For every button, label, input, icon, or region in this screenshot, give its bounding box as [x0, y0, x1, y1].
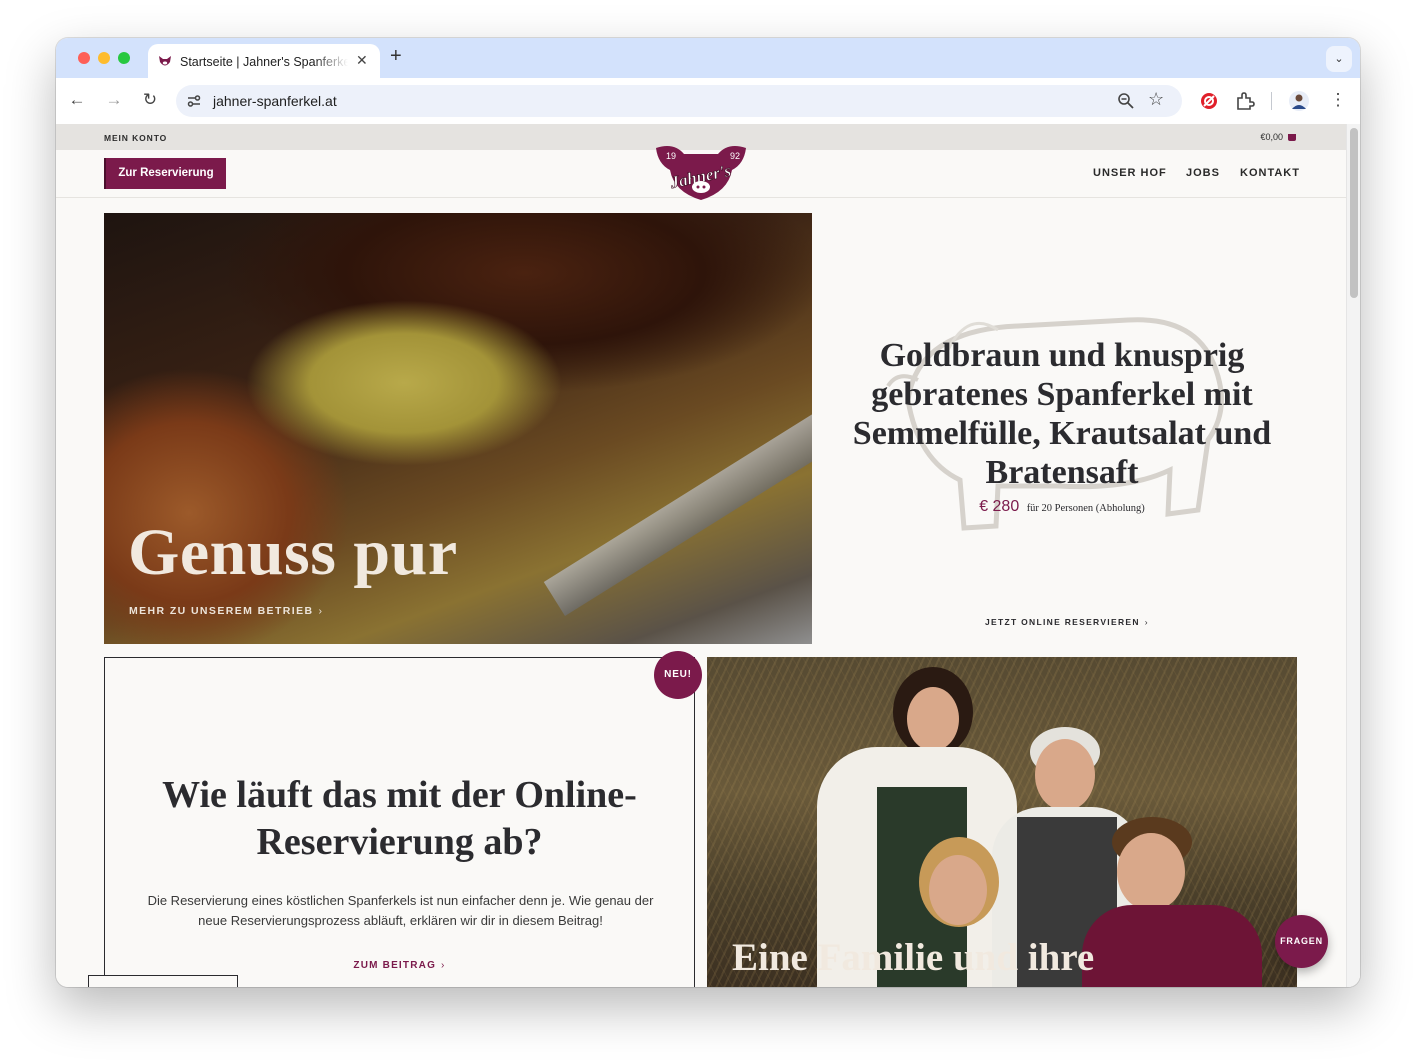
nav-kontakt[interactable]: KONTAKT	[1240, 167, 1300, 179]
zoom-window-button[interactable]	[118, 52, 130, 64]
logo-year-right: 92	[730, 151, 740, 161]
browser-tab[interactable]: Startseite | Jahner's Spanferkel ✕	[148, 44, 380, 78]
chevron-right-icon: ›	[441, 960, 446, 971]
reservation-button[interactable]: Zur Reservierung	[104, 158, 226, 189]
chevron-right-icon: ›	[318, 605, 324, 617]
tab-title: Startseite | Jahner's Spanferkel	[180, 55, 348, 69]
card-text: Die Reservierung eines köstlichen Spanfe…	[147, 893, 654, 928]
address-bar[interactable]: jahner-spanferkel.at ☆	[176, 85, 1182, 117]
tab-close-icon[interactable]: ✕	[356, 52, 368, 69]
cart-total: €0,00	[1260, 132, 1283, 142]
family-image: Eine Familie und ihre	[707, 657, 1297, 987]
minimize-window-button[interactable]	[98, 52, 110, 64]
jahners-logo[interactable]: 19 92 Jahner's	[652, 142, 750, 206]
price-note: für 20 Personen (Abholung)	[1026, 503, 1145, 514]
price-amount: € 280	[979, 498, 1020, 515]
back-icon[interactable]: ←	[66, 89, 88, 111]
nav-jobs[interactable]: JOBS	[1186, 167, 1220, 179]
browser-window: Startseite | Jahner's Spanferkel ✕ + ⌄ ←…	[56, 38, 1360, 987]
read-article-link[interactable]: ZUM BEITRAG ›	[105, 960, 694, 971]
toolbar-separator	[1271, 92, 1272, 110]
hero-link-label: MEHR ZU UNSEREM BETRIEB	[129, 605, 314, 617]
faq-chat-button[interactable]: FRAGEN	[1275, 915, 1328, 968]
browser-menu-icon[interactable]: ⋮	[1327, 89, 1349, 111]
chevron-right-icon: ›	[1144, 617, 1149, 627]
reservation-info-card: Wie läuft das mit der Online-Reservierun…	[104, 657, 695, 987]
extension-red-icon[interactable]	[1198, 90, 1220, 112]
online-reservation-label: JETZT ONLINE RESERVIEREN	[985, 617, 1140, 627]
site-header: Zur Reservierung 19 92 Jahner's UNSER HO…	[56, 146, 1346, 200]
forward-icon[interactable]: →	[103, 89, 125, 111]
bookmark-star-icon[interactable]: ☆	[1148, 89, 1164, 110]
scrollbar-thumb[interactable]	[1350, 128, 1358, 298]
online-reservation-link[interactable]: JETZT ONLINE RESERVIEREN ›	[985, 617, 1149, 627]
tab-search-icon[interactable]: ⌄	[1326, 46, 1352, 72]
close-window-button[interactable]	[78, 52, 90, 64]
site-settings-icon[interactable]	[186, 93, 202, 109]
profile-avatar-icon[interactable]	[1288, 90, 1310, 112]
reload-icon[interactable]: ↻	[139, 89, 161, 111]
extensions-puzzle-icon[interactable]	[1234, 90, 1256, 112]
web-page: MEIN KONTO €0,00 Zur Reservierung 19 92 …	[56, 124, 1360, 987]
card-title: Wie läuft das mit der Online-Reservierun…	[162, 774, 637, 863]
tab-strip: Startseite | Jahner's Spanferkel ✕ + ⌄	[56, 38, 1360, 78]
hero-link[interactable]: MEHR ZU UNSEREM BETRIEB ›	[129, 605, 323, 617]
offer-price: € 280 für 20 Personen (Abholung)	[824, 498, 1300, 516]
my-account-link[interactable]: MEIN KONTO	[104, 133, 167, 143]
new-badge: NEU!	[654, 651, 702, 699]
roasting-pan	[543, 370, 812, 616]
new-tab-icon[interactable]: +	[390, 45, 402, 68]
cart-icon	[1288, 134, 1296, 141]
cart-link[interactable]: €0,00	[1260, 132, 1296, 142]
zoom-icon[interactable]	[1116, 91, 1136, 111]
cookie-banner-edge	[88, 975, 238, 987]
hero-title: Genuss pur	[128, 516, 458, 589]
family-title: Eine Familie und ihre	[732, 936, 1095, 979]
page-scrollbar[interactable]	[1346, 124, 1360, 987]
browser-toolbar: ← → ↻ jahner-spanferkel.at ☆ ⋮	[56, 78, 1360, 124]
hero-image: Genuss pur MEHR ZU UNSEREM BETRIEB ›	[104, 213, 812, 644]
pig-favicon-icon	[159, 56, 171, 66]
read-article-label: ZUM BEITRAG	[353, 960, 437, 971]
nav-unser-hof[interactable]: UNSER HOF	[1093, 167, 1167, 179]
url-text: jahner-spanferkel.at	[213, 93, 337, 109]
logo-year-left: 19	[666, 151, 676, 161]
offer-title: Goldbraun und knusprig gebratenes Spanfe…	[852, 337, 1272, 491]
